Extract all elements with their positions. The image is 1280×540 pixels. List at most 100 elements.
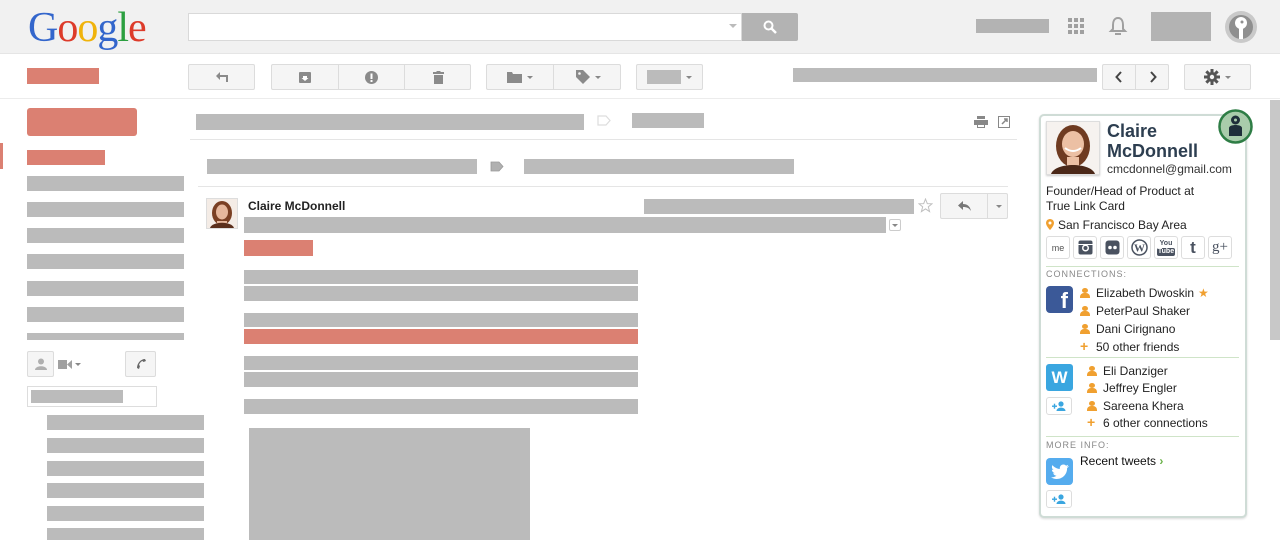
body-image-placeholder	[249, 428, 530, 540]
more-connections-link[interactable]: +6 other connections	[1087, 415, 1208, 430]
account-name-placeholder[interactable]	[976, 19, 1049, 33]
mail-label-placeholder[interactable]	[27, 68, 99, 84]
sidebar-item-inbox[interactable]	[27, 150, 105, 165]
sidebar-item[interactable]	[27, 281, 184, 296]
contacts-button[interactable]	[27, 351, 54, 377]
search-icon	[763, 20, 777, 34]
message-highlight-tag	[244, 240, 313, 256]
print-icon[interactable]	[974, 116, 988, 128]
next-button[interactable]	[1136, 65, 1170, 89]
settings-button[interactable]	[1184, 64, 1251, 90]
profile-photo	[1046, 121, 1100, 175]
googleplus-icon[interactable]: g+	[1208, 236, 1232, 259]
chat-contact[interactable]	[47, 506, 204, 521]
sender-avatar[interactable]	[206, 198, 238, 229]
flickr-icon[interactable]	[1100, 236, 1124, 259]
bell-icon[interactable]	[1108, 16, 1128, 36]
instagram-icon[interactable]	[1073, 236, 1097, 259]
connection-item[interactable]: Sareena Khera	[1087, 399, 1184, 413]
add-connection-button[interactable]	[1046, 397, 1072, 415]
profile-title-line1: Founder/Head of Product at	[1046, 184, 1195, 198]
connection-name: Dani Cirignano	[1096, 322, 1176, 336]
youtube-icon[interactable]: You Tube	[1154, 236, 1178, 259]
more-connections-link[interactable]: +50 other friends	[1080, 339, 1180, 354]
sender-name[interactable]: Claire McDonnell	[248, 199, 345, 213]
back-button[interactable]	[188, 64, 255, 90]
trash-icon	[433, 70, 444, 84]
chevron-down-icon	[75, 362, 81, 366]
google-logo[interactable]: Google	[28, 4, 147, 52]
subject-label-placeholder[interactable]	[632, 113, 704, 128]
flickr-glyph	[1105, 240, 1119, 255]
person-icon	[1080, 324, 1090, 334]
move-to-button[interactable]	[487, 65, 554, 89]
sidebar-item[interactable]	[27, 333, 184, 340]
label-outline-icon[interactable]	[597, 115, 611, 126]
extension-logo-icon[interactable]	[1218, 109, 1253, 144]
apps-grid-icon[interactable]	[1068, 18, 1084, 34]
chat-contact[interactable]	[47, 438, 204, 453]
video-call-button[interactable]	[58, 358, 84, 370]
sidebar-item[interactable]	[27, 202, 184, 217]
scrollbar-thumb[interactable]	[1270, 100, 1280, 340]
add-person-icon	[1052, 401, 1066, 411]
chat-search-input[interactable]	[27, 386, 157, 407]
search-button[interactable]	[742, 13, 798, 41]
connections-label: CONNECTIONS:	[1046, 269, 1128, 279]
reply-more-button[interactable]	[988, 194, 1009, 218]
youtube-tube: Tube	[1156, 247, 1176, 256]
wordpress-icon[interactable]: W	[1127, 236, 1151, 259]
chat-contact[interactable]	[47, 528, 204, 540]
sidebar-item[interactable]	[27, 176, 184, 191]
connection-item[interactable]: Eli Danziger	[1087, 364, 1168, 378]
connection-item[interactable]: PeterPaul Shaker	[1080, 304, 1190, 318]
twitter-icon[interactable]	[1046, 458, 1073, 485]
sidebar-item[interactable]	[27, 307, 184, 322]
tag-icon	[575, 70, 590, 84]
account-avatar-icon[interactable]	[1225, 11, 1257, 43]
account-button-placeholder[interactable]	[1151, 12, 1211, 41]
connection-item[interactable]: Dani Cirignano	[1080, 322, 1175, 336]
chat-contact[interactable]	[47, 415, 204, 430]
star-icon[interactable]	[918, 198, 933, 213]
new-window-icon[interactable]	[998, 116, 1010, 128]
facebook-icon[interactable]: f	[1046, 286, 1073, 313]
profile-email[interactable]: cmcdonnel@gmail.com	[1107, 162, 1232, 176]
profile-first-name: Claire	[1107, 121, 1158, 141]
label-tag-icon[interactable]	[490, 161, 504, 172]
delete-button[interactable]	[405, 65, 472, 89]
sidebar-item[interactable]	[27, 254, 184, 269]
aboutme-icon[interactable]: me	[1046, 236, 1070, 259]
chat-contact[interactable]	[47, 461, 204, 476]
report-spam-button[interactable]	[339, 65, 405, 89]
connection-item[interactable]: Jeffrey Engler	[1087, 381, 1177, 395]
wordpress-glyph: W	[1130, 239, 1148, 256]
connection-item[interactable]: Elizabeth Dwoskin ★	[1080, 286, 1209, 300]
svg-text:W: W	[1134, 243, 1145, 255]
more-button[interactable]	[636, 64, 703, 90]
compose-button[interactable]	[27, 108, 137, 136]
phone-icon	[136, 359, 146, 369]
section-divider	[1046, 436, 1239, 437]
search-options-caret-icon[interactable]	[729, 24, 737, 28]
prev-button[interactable]	[1103, 65, 1136, 89]
active-indicator	[0, 143, 3, 169]
labels-button[interactable]	[554, 65, 622, 89]
section-divider	[1046, 357, 1239, 358]
more-connections-text: 50 other friends	[1096, 340, 1180, 354]
connection-name: Jeffrey Engler	[1103, 381, 1177, 395]
more-label-placeholder	[647, 70, 681, 84]
sidebar-item[interactable]	[27, 228, 184, 243]
w-network-icon[interactable]: W	[1046, 364, 1073, 391]
phone-call-button[interactable]	[125, 351, 156, 377]
follow-button[interactable]	[1046, 490, 1072, 508]
details-toggle[interactable]	[889, 219, 901, 231]
archive-button[interactable]	[272, 65, 339, 89]
favorite-star-icon: ★	[1198, 286, 1209, 300]
reply-button[interactable]	[941, 194, 988, 218]
search-input[interactable]	[188, 13, 742, 41]
thread-summary-placeholder	[207, 159, 477, 174]
recent-tweets-link[interactable]: Recent tweets ›	[1080, 454, 1163, 468]
tumblr-icon[interactable]: t	[1181, 236, 1205, 259]
chat-contact[interactable]	[47, 483, 204, 498]
